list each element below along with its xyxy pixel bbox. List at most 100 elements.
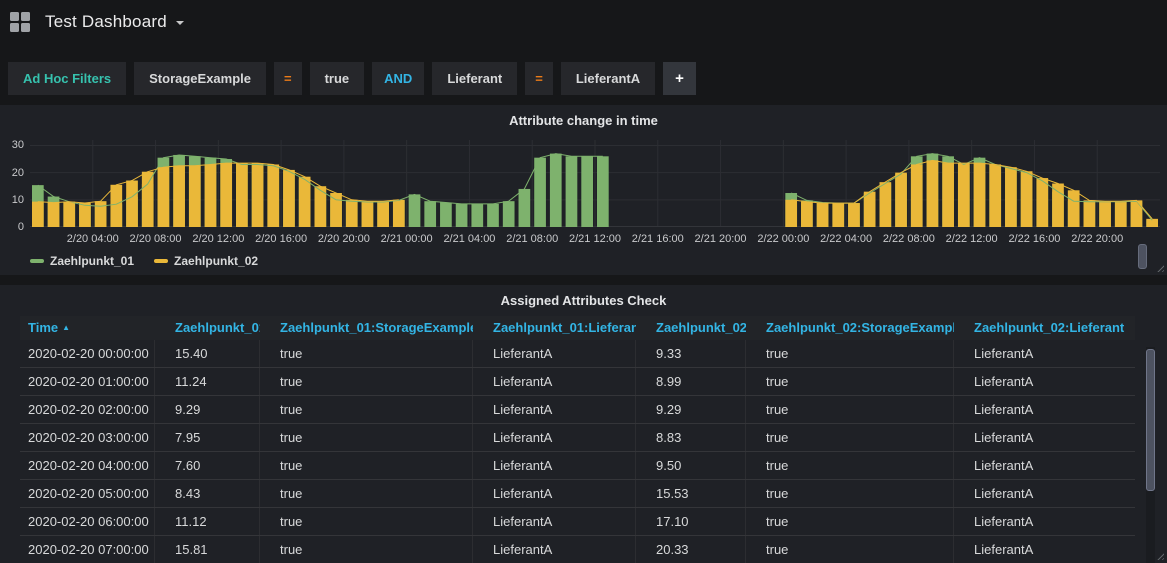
table-cell: true	[746, 536, 954, 563]
bar-Zaehlpunkt_02	[32, 202, 44, 227]
table-cell: 8.99	[636, 368, 746, 395]
column-header-zaehlpunkt-01-storageexample[interactable]: Zaehlpunkt_01:StorageExample	[260, 316, 473, 340]
table-cell: 2020-02-20 04:00:00	[20, 452, 155, 479]
table-cell: LieferantA	[954, 508, 1135, 535]
sort-asc-icon: ▲	[62, 323, 70, 332]
table-cell: true	[260, 480, 473, 507]
chevron-down-icon[interactable]	[176, 21, 184, 29]
bar-Zaehlpunkt_02	[48, 203, 60, 227]
adhoc-filters-label[interactable]: Ad Hoc Filters	[8, 62, 126, 95]
table-body: 2020-02-20 00:00:0015.40trueLieferantA9.…	[0, 340, 1167, 563]
table-cell: true	[746, 508, 954, 535]
bar-Zaehlpunkt_02	[189, 166, 201, 227]
table-cell: true	[746, 480, 954, 507]
table-cell: 2020-02-20 02:00:00	[20, 396, 155, 423]
table-cell: LieferantA	[473, 480, 636, 507]
table-row: 2020-02-20 04:00:007.60trueLieferantA9.5…	[20, 452, 1135, 480]
bar-Zaehlpunkt_02	[299, 177, 311, 227]
bar-Zaehlpunkt_02	[989, 164, 1001, 227]
bar-Zaehlpunkt_01	[440, 203, 452, 227]
chart-plot-area[interactable]: 0102030	[0, 140, 1167, 227]
bar-Zaehlpunkt_02	[864, 192, 876, 227]
legend-color-dash	[30, 259, 44, 263]
legend-item-Zaehlpunkt_02[interactable]: Zaehlpunkt_02	[154, 254, 258, 268]
bar-Zaehlpunkt_01	[487, 204, 499, 227]
table-cell: true	[746, 396, 954, 423]
bar-Zaehlpunkt_02	[362, 201, 374, 227]
bar-chart[interactable]	[30, 140, 1160, 227]
filters-submenu: Ad Hoc Filters StorageExample = true AND…	[0, 62, 1167, 95]
table-cell: 8.83	[636, 424, 746, 451]
table-cell: true	[260, 340, 473, 367]
chart-scrollbar[interactable]	[1138, 244, 1147, 269]
table-cell: 9.50	[636, 452, 746, 479]
table-cell: 11.24	[155, 368, 260, 395]
table-cell: 2020-02-20 07:00:00	[20, 536, 155, 563]
table-cell: 2020-02-20 00:00:00	[20, 340, 155, 367]
bar-Zaehlpunkt_01	[581, 156, 593, 227]
y-axis-tick-label: 30	[0, 140, 24, 151]
filter-conjunction[interactable]: AND	[372, 62, 424, 95]
table-cell: 2020-02-20 06:00:00	[20, 508, 155, 535]
bar-Zaehlpunkt_01	[503, 201, 515, 227]
table-cell: 2020-02-20 03:00:00	[20, 424, 155, 451]
bar-Zaehlpunkt_02	[927, 160, 939, 227]
x-axis-tick-label: 2/22 20:00	[1055, 233, 1139, 245]
table-row: 2020-02-20 05:00:008.43trueLieferantA15.…	[20, 480, 1135, 508]
bar-Zaehlpunkt_02	[283, 170, 295, 227]
table-cell: LieferantA	[473, 368, 636, 395]
table-row: 2020-02-20 00:00:0015.40trueLieferantA9.…	[20, 340, 1135, 368]
table-cell: true	[260, 368, 473, 395]
chart-panel-title[interactable]: Attribute change in time	[0, 105, 1167, 131]
dashboard-grid-icon[interactable]	[10, 12, 30, 32]
table-cell: LieferantA	[954, 424, 1135, 451]
column-header-zaehlpunkt-01-lieferant[interactable]: Zaehlpunkt_01:Lieferant	[473, 316, 636, 340]
bar-Zaehlpunkt_02	[205, 164, 217, 227]
table-cell: 15.53	[636, 480, 746, 507]
bar-Zaehlpunkt_02	[942, 163, 954, 227]
bar-Zaehlpunkt_02	[1036, 178, 1048, 227]
column-header-zaehlpunkt-01[interactable]: Zaehlpunkt_01	[155, 316, 260, 340]
add-filter-button[interactable]: +	[663, 62, 696, 95]
table-cell: true	[746, 368, 954, 395]
table-cell: true	[746, 340, 954, 367]
legend-item-Zaehlpunkt_01[interactable]: Zaehlpunkt_01	[30, 254, 134, 268]
table-cell: 11.12	[155, 508, 260, 535]
filter-key-2[interactable]: Lieferant	[432, 62, 517, 95]
bar-Zaehlpunkt_02	[1068, 190, 1080, 227]
bar-Zaehlpunkt_02	[1115, 201, 1127, 227]
filter-operator-2[interactable]: =	[525, 62, 553, 95]
bar-Zaehlpunkt_01	[534, 158, 546, 227]
bar-Zaehlpunkt_01	[471, 204, 483, 227]
y-axis-tick-label: 20	[0, 168, 24, 179]
bar-Zaehlpunkt_02	[330, 193, 342, 227]
filter-key-1[interactable]: StorageExample	[134, 62, 266, 95]
column-header-zaehlpunkt-02[interactable]: Zaehlpunkt_02	[636, 316, 746, 340]
column-header-zaehlpunkt-02-lieferant[interactable]: Zaehlpunkt_02:Lieferant	[954, 316, 1135, 340]
filter-operator-1[interactable]: =	[274, 62, 302, 95]
bar-Zaehlpunkt_02	[848, 203, 860, 227]
table-cell: 2020-02-20 05:00:00	[20, 480, 155, 507]
filter-value-2[interactable]: LieferantA	[561, 62, 655, 95]
table-cell: LieferantA	[473, 340, 636, 367]
table-row: 2020-02-20 07:00:0015.81trueLieferantA20…	[20, 536, 1135, 563]
dashboard-title[interactable]: Test Dashboard	[45, 12, 167, 32]
table-cell: LieferantA	[473, 424, 636, 451]
table-cell: 15.40	[155, 340, 260, 367]
table-scrollbar[interactable]	[1146, 347, 1155, 563]
bar-Zaehlpunkt_02	[1021, 171, 1033, 227]
column-header-zaehlpunkt-02-storageexample[interactable]: Zaehlpunkt_02:StorageExample	[746, 316, 954, 340]
column-header-time[interactable]: Time▲	[20, 316, 155, 340]
bar-Zaehlpunkt_02	[880, 182, 892, 227]
table-scrollbar-thumb[interactable]	[1146, 349, 1155, 491]
bar-Zaehlpunkt_02	[95, 201, 107, 227]
table-cell: 2020-02-20 01:00:00	[20, 368, 155, 395]
table-cell: LieferantA	[954, 340, 1135, 367]
bar-Zaehlpunkt_02	[142, 172, 154, 227]
bar-Zaehlpunkt_02	[911, 164, 923, 227]
bar-Zaehlpunkt_02	[1099, 201, 1111, 227]
filter-value-1[interactable]: true	[310, 62, 365, 95]
table-cell: 9.29	[155, 396, 260, 423]
table-panel-title[interactable]: Assigned Attributes Check	[0, 285, 1167, 311]
bar-Zaehlpunkt_02	[220, 163, 232, 227]
